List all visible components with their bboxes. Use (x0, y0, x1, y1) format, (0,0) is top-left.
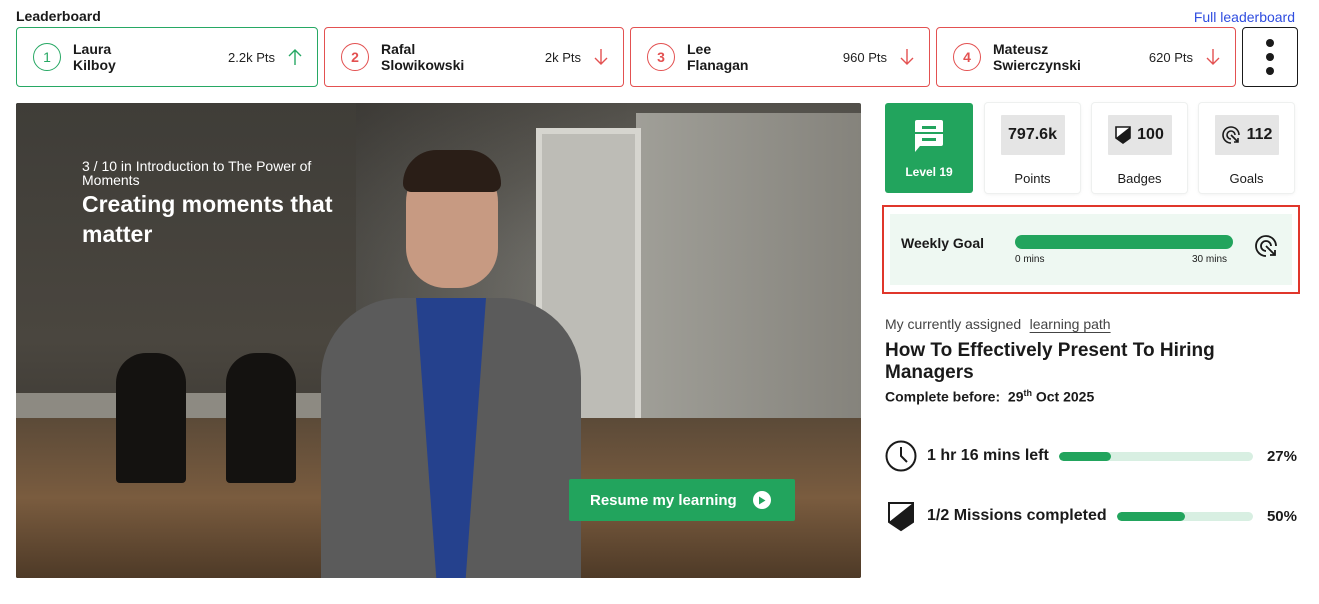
time-progress-track (1058, 451, 1253, 461)
first-name: Rafal (381, 41, 416, 57)
rank-badge: 4 (953, 43, 981, 71)
goal-target-icon (1221, 126, 1240, 144)
rank-badge: 2 (341, 43, 369, 71)
points-card[interactable]: 797.6k Points (985, 103, 1080, 193)
user-points: 2k Pts (544, 49, 581, 65)
user-name: Laura Kilboy (73, 41, 203, 73)
arrow-up-icon (285, 47, 305, 67)
video-title: Creating moments that matter (82, 191, 333, 247)
missions-progress-track (1116, 511, 1253, 521)
weekly-goal-max: 30 mins (1192, 254, 1228, 265)
weekly-goal-inner: Weekly Goal 0 mins 30 mins (890, 214, 1292, 285)
level-icon (915, 120, 943, 152)
time-progress-percent: 27% (1266, 447, 1297, 465)
clock-icon (885, 440, 917, 472)
assigned-path-section: My currently assigned learning path How … (885, 316, 1295, 405)
time-progress-row: 1 hr 16 mins left 27% (885, 440, 1297, 472)
time-progress-fill (1058, 451, 1112, 461)
user-name: Lee Flanagan (687, 41, 817, 73)
first-name: Mateusz (993, 41, 1049, 57)
user-name: Mateusz Swierczynski (993, 41, 1123, 73)
presenter-hair (403, 150, 501, 192)
arrow-down-icon (897, 47, 917, 67)
leaderboard-card-2[interactable]: 2 Rafal Slowikowski 2k Pts (324, 27, 624, 87)
leaderboard-row: 1 Laura Kilboy 2.2k Pts 2 Rafal Slowikow… (16, 27, 1298, 87)
complete-before: Complete before: 29th Oct 2025 (885, 388, 1295, 405)
leaderboard-card-4[interactable]: 4 Mateusz Swierczynski 620 Pts (936, 27, 1236, 87)
last-name: Swierczynski (993, 57, 1081, 73)
arrow-down-icon (1203, 47, 1223, 67)
badge-shield-icon (1115, 126, 1131, 144)
badges-value: 100 (1137, 126, 1164, 143)
resume-label: Resume my learning (590, 491, 737, 509)
leaderboard-card-3[interactable]: 3 Lee Flanagan 960 Pts (630, 27, 930, 87)
points-label: Points (1014, 171, 1051, 186)
user-name: Rafal Slowikowski (381, 41, 511, 73)
complete-label: Complete before: (885, 388, 1001, 405)
missions-progress-percent: 50% (1266, 507, 1297, 525)
learning-path-link[interactable]: learning path (1030, 316, 1111, 332)
assigned-heading: My currently assigned learning path (885, 316, 1295, 334)
user-points: 620 Pts (1148, 49, 1193, 65)
weekly-goal-progress-bar (1015, 235, 1233, 249)
level-card[interactable]: Level 19 (885, 103, 973, 193)
badges-box: 100 (1107, 115, 1172, 155)
time-left-label: 1 hr 16 mins left (927, 447, 1049, 464)
first-name: Lee (687, 41, 712, 57)
weekly-goal-min: 0 mins (1015, 254, 1045, 265)
full-leaderboard-link[interactable]: Full leaderboard (1194, 9, 1295, 25)
level-label: Level 19 (905, 165, 953, 179)
complete-suffix: th (1023, 388, 1032, 398)
stats-row: Level 19 797.6k Points 100 Badges 112 Go… (885, 103, 1294, 193)
complete-day: 29 (1007, 388, 1024, 405)
goal-target-icon[interactable] (1254, 234, 1278, 258)
play-icon (752, 491, 771, 509)
video-player[interactable]: 3 / 10 in Introduction to The Power of M… (16, 103, 861, 578)
video-background-stool (116, 353, 186, 483)
goals-label: Goals (1229, 171, 1264, 186)
weekly-goal-label: Weekly Goal (901, 235, 985, 251)
rank-badge: 3 (647, 43, 675, 71)
more-options-button[interactable] (1242, 27, 1298, 87)
points-value: 797.6k (1000, 115, 1065, 155)
resume-learning-button[interactable]: Resume my learning (569, 479, 795, 521)
dot-icon (1266, 39, 1274, 47)
badge-shield-icon (888, 502, 914, 532)
badges-label: Badges (1117, 171, 1162, 186)
weekly-goal-panel: Weekly Goal 0 mins 30 mins (882, 205, 1300, 294)
leaderboard-card-1[interactable]: 1 Laura Kilboy 2.2k Pts (16, 27, 318, 87)
leaderboard-title: Leaderboard (16, 8, 101, 24)
dot-icon (1266, 67, 1274, 75)
complete-rest: Oct 2025 (1035, 388, 1095, 405)
goals-card[interactable]: 112 Goals (1199, 103, 1294, 193)
missions-label: 1/2 Missions completed (927, 507, 1107, 524)
course-position: 3 / 10 in Introduction to The Power of M… (82, 158, 312, 188)
learning-path-title[interactable]: How To Effectively Present To Hiring Man… (885, 340, 1295, 384)
goals-value: 112 (1246, 126, 1273, 143)
user-points: 2.2k Pts (228, 49, 275, 65)
last-name: Flanagan (687, 57, 749, 73)
user-points: 960 Pts (842, 49, 887, 65)
goals-box: 112 (1214, 115, 1279, 155)
missions-progress-row: 1/2 Missions completed 50% (885, 500, 1297, 532)
rank-badge: 1 (33, 43, 61, 71)
video-background-cabinet (636, 113, 861, 433)
badges-card[interactable]: 100 Badges (1092, 103, 1187, 193)
assigned-prefix: My currently assigned (885, 316, 1022, 332)
missions-progress-fill (1116, 511, 1185, 521)
dot-icon (1266, 53, 1274, 61)
arrow-down-icon (591, 47, 611, 67)
first-name: Laura (73, 41, 112, 57)
last-name: Slowikowski (381, 57, 465, 73)
video-background-stool (226, 353, 296, 483)
last-name: Kilboy (73, 57, 116, 73)
